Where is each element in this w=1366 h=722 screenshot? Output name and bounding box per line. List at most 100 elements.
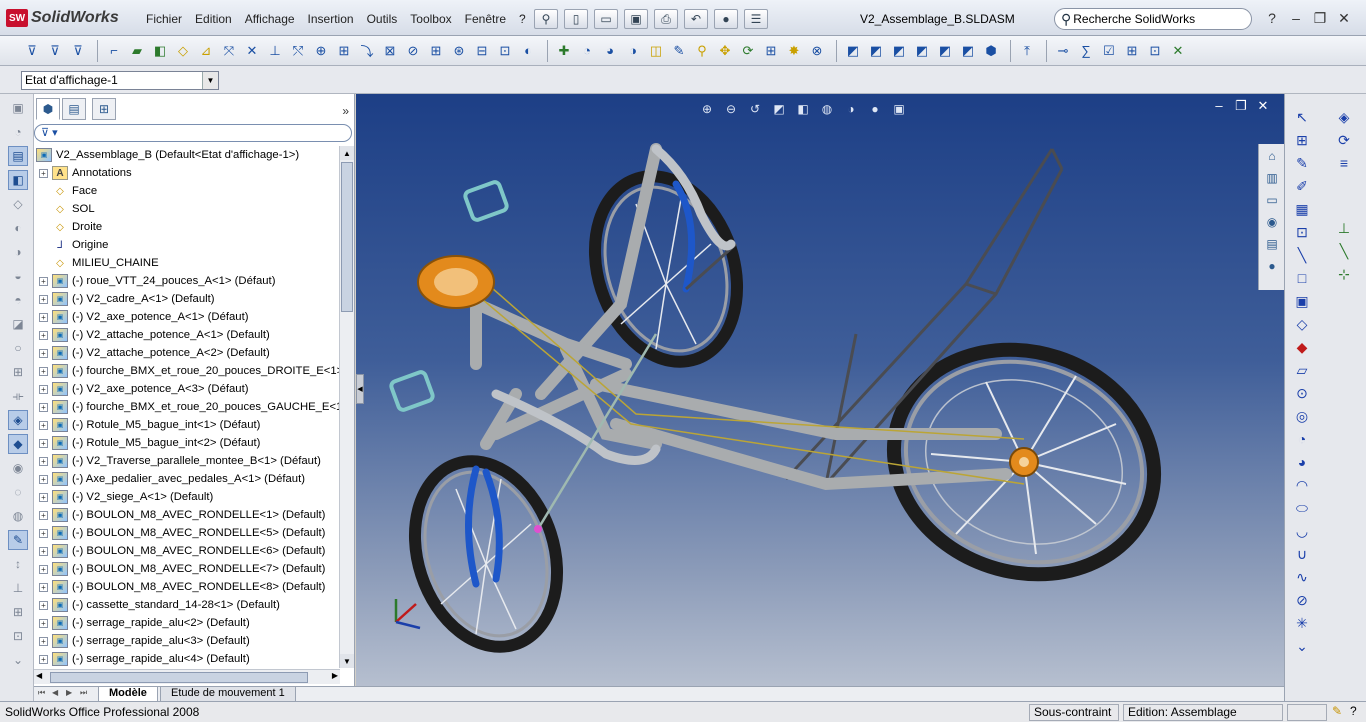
expand-icon[interactable]: + [39,384,48,394]
mate-icon[interactable]: ⚲ [692,41,712,61]
scroll-down-icon[interactable]: ▼ [340,654,354,668]
front-chainring[interactable] [417,255,495,309]
tree-item[interactable]: + ▣ (-) Axe_pedalier_avec_pedales_A<1> (Dé… [34,470,340,488]
3d-sketch-icon[interactable]: ✐ [1291,175,1313,197]
ellipse-icon[interactable]: ⬭ [1291,497,1313,519]
sketch-mode-icon[interactable]: ✎ [8,530,28,550]
menu-insertion[interactable]: Insertion [308,12,354,26]
perimeter-circle-icon[interactable]: ◎ [1291,405,1313,427]
menu-fenetre[interactable]: Fenêtre [465,12,506,26]
new-part-icon[interactable]: ◔ [577,41,597,61]
select-arrow-icon[interactable]: ↖ [1291,106,1313,128]
graphics-viewport[interactable]: ◀ ⊕ ⊖ ↺ ◩ ◧ ◍ ◑ ● ▣ – ❐ ✕ ⌂ ▥ ▭ ◉ ▤ ● [356,94,1284,686]
select-point-icon[interactable]: ✕ [242,41,262,61]
property-manager-tab-icon[interactable]: ▤ [62,98,86,120]
normal-to-icon[interactable]: ⤒ [1017,41,1037,61]
spline-icon[interactable]: ∿ [1291,566,1313,588]
add-relation-icon[interactable]: ⊥ [1333,217,1355,239]
shell-icon[interactable]: ◓ [8,290,28,310]
upper-front-wheel[interactable] [572,158,760,381]
tree-item[interactable]: + ▣ (-) V2_cadre_A<1> (Default) [34,290,340,308]
move-component-icon[interactable]: ✥ [715,41,735,61]
configuration-manager-tab-icon[interactable]: ⊞ [92,98,116,120]
filter-icon[interactable]: ⊽ [22,41,42,61]
scroll-up-icon[interactable]: ▲ [340,146,354,160]
tree-item[interactable]: + ▣ (-) fourche_BMX_et_roue_20_pouces_GAUC… [34,398,340,416]
search-input[interactable]: Recherche SolidWorks [1073,12,1195,26]
expand-icon[interactable]: + [39,528,48,538]
select-note-icon[interactable]: ⤲ [288,41,308,61]
more-tools-icon[interactable]: ⌄ [1291,635,1313,657]
grid-icon[interactable]: ⊞ [8,602,28,622]
statistics-icon[interactable]: ⊡ [1145,41,1165,61]
scroll-right-icon[interactable]: ▶ [332,671,338,680]
select-sketch-icon[interactable]: ⤧ [219,41,239,61]
tree-item[interactable]: + ▣ (-) BOULON_M8_AVEC_RONDELLE<8> (Defaul… [34,578,340,596]
tree-item[interactable]: + ▣ (-) BOULON_M8_AVEC_RONDELLE<5> (Defaul… [34,524,340,542]
center-rectangle-icon[interactable]: ▣ [1291,290,1313,312]
tree-item[interactable]: + ▣ (-) V2_Traverse_parallele_montee_B<1> … [34,452,340,470]
offset-icon[interactable]: ⊘ [1291,589,1313,611]
select-vertex-icon[interactable]: ⌐ [104,41,124,61]
mass-properties-icon[interactable]: ∑ [1076,41,1096,61]
extrude-icon[interactable]: ▣ [8,98,28,118]
loft-icon[interactable]: ◇ [8,194,28,214]
select-cosmetic-icon[interactable]: ⊘ [403,41,423,61]
select-body-icon[interactable]: ◧ [150,41,170,61]
tree-item[interactable]: + ▣ (-) fourche_BMX_et_roue_20_pouces_DROI… [34,362,340,380]
construction-line-icon[interactable]: ╲ [1333,240,1355,262]
simulation-icon[interactable]: ✕ [1168,41,1188,61]
open-folder-icon[interactable]: ▭ [594,9,618,29]
tree-vertical-scrollbar[interactable]: ▲ ▼ [339,146,354,668]
tree-item[interactable]: + ▣ (-) Rotule_M5_bague_int<2> (Défaut) [34,434,340,452]
menu-affichage[interactable]: Affichage [245,12,295,26]
polygon-icon[interactable]: ◆ [1291,336,1313,358]
print-icon[interactable]: ⎙ [654,9,678,29]
menu-edition[interactable]: Edition [195,12,232,26]
tree-item[interactable]: ◇ Face [34,182,340,200]
expand-icon[interactable]: + [39,348,48,358]
mirror-icon[interactable]: ⟛ [8,386,28,406]
hole-icon[interactable]: ○ [8,338,28,358]
expand-icon[interactable]: + [39,474,48,484]
expand-icon[interactable]: + [39,438,48,448]
tag-icon[interactable]: ◈ [1333,106,1355,128]
check-icon[interactable]: ☑ [1099,41,1119,61]
tree-item[interactable]: + ▣ (-) serrage_rapide_alu<2> (Default) [34,614,340,632]
tree-filter[interactable]: ⊽ ▾ [34,124,352,142]
curves-icon[interactable]: ◆ [8,434,28,454]
next-tab-icon[interactable]: ▶ [66,688,72,697]
expand-icon[interactable]: + [39,366,48,376]
instant3d-icon[interactable]: ◉ [8,458,28,478]
tree-item[interactable]: + ▣ (-) V2_attache_potence_A<1> (Default) [34,326,340,344]
menu-fichier[interactable]: Fichier [146,12,182,26]
edit-component-icon[interactable]: ✎ [669,41,689,61]
scroll-left-icon[interactable]: ◀ [36,671,42,680]
quick-tips-icon[interactable]: ✎ [1332,704,1342,718]
tree-item[interactable]: + ▣ (-) V2_axe_potence_A<1> (Défaut) [34,308,340,326]
bicycle-3d-model[interactable] [356,94,1284,686]
center-arc-icon[interactable]: ◔ [1291,428,1313,450]
relation-icon[interactable]: ⊥ [8,578,28,598]
tangent-arc-icon[interactable]: ◕ [1291,451,1313,473]
view-left-icon[interactable]: ◩ [889,41,909,61]
new-assembly-icon[interactable]: ◕ [600,41,620,61]
expand-icon[interactable]: + [39,546,48,556]
tree-item[interactable]: + ▣ (-) V2_attache_potence_A<2> (Default) [34,344,340,362]
tab-modele[interactable]: Modèle [98,687,158,702]
fix-icon[interactable]: ⊹ [1333,263,1355,285]
expand-icon[interactable]: + [39,564,48,574]
view-isometric-icon[interactable]: ⬢ [981,41,1001,61]
expand-icon[interactable]: + [39,654,48,664]
options-icon[interactable]: ☰ [744,9,768,29]
sketch-icon[interactable]: ✎ [1291,152,1313,174]
view-right-icon[interactable]: ◩ [912,41,932,61]
expand-icon[interactable]: + [39,582,48,592]
tree-item[interactable]: + A Annotations [34,164,340,182]
expand-icon[interactable]: + [39,168,48,178]
tree-item[interactable]: + ▣ (-) V2_axe_potence_A<3> (Défaut) [34,380,340,398]
select-routing-icon[interactable]: ⊟ [472,41,492,61]
tree-item[interactable]: + ▣ (-) V2_siege_A<1> (Default) [34,488,340,506]
help-icon[interactable]: ? [1350,704,1357,718]
select-weld-icon[interactable]: ⊞ [334,41,354,61]
